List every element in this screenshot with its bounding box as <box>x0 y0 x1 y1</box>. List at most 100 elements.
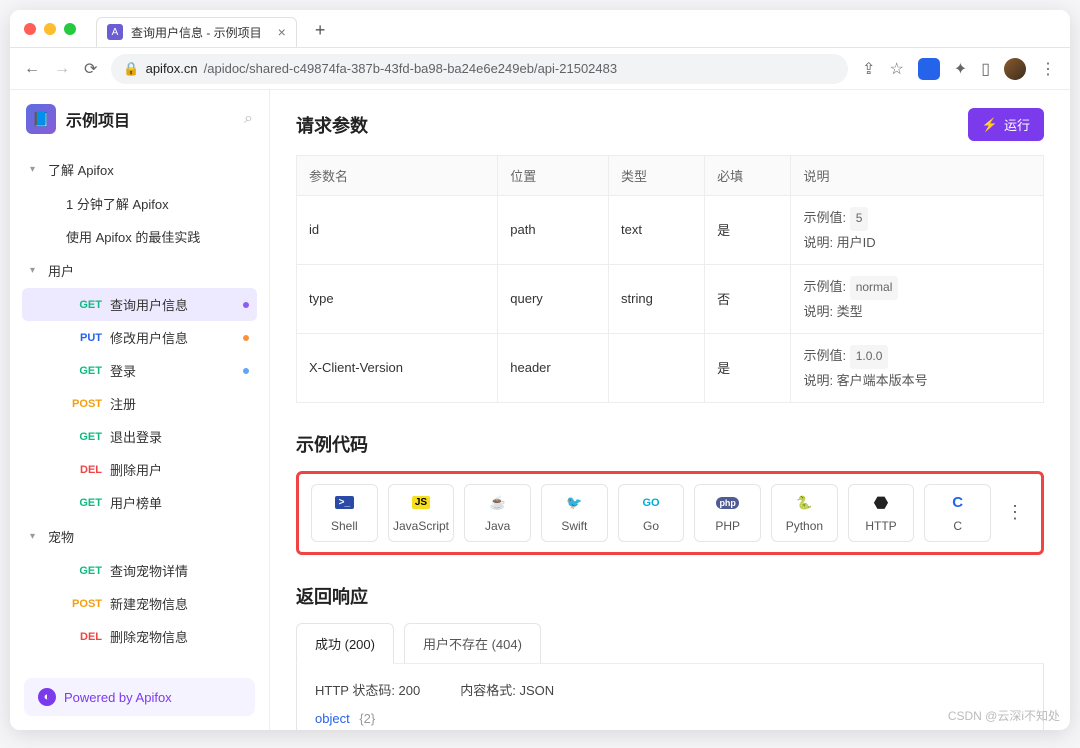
param-in: header <box>498 333 609 402</box>
search-icon[interactable]: ⌕ <box>244 110 253 128</box>
python-icon: 🐍 <box>794 493 814 513</box>
shell-icon: >_ <box>334 493 354 513</box>
new-tab-button[interactable]: + <box>315 20 326 41</box>
sidebar-doc-item[interactable]: 1 分钟了解 Apifox <box>22 187 257 220</box>
http-method-badge: GET <box>66 431 102 443</box>
http-method-badge: GET <box>66 299 102 311</box>
sidebar-api-item[interactable]: GET查询用户信息 <box>22 288 257 321</box>
param-desc: 示例值: 5说明: 用户ID <box>791 196 1044 265</box>
response-tabs: 成功 (200)用户不存在 (404) <box>296 623 1044 664</box>
group-label: 用户 <box>48 261 74 280</box>
http-status-label: HTTP 状态码: 200 <box>315 680 420 699</box>
api-name: 注册 <box>110 394 249 413</box>
lang-card-python[interactable]: 🐍 Python <box>771 484 838 542</box>
response-tab[interactable]: 用户不存在 (404) <box>404 623 541 663</box>
sidebar-api-item[interactable]: POST新建宠物信息 <box>22 587 257 620</box>
profile-avatar[interactable] <box>1004 58 1026 80</box>
status-dot <box>243 302 249 308</box>
sidebar-api-item[interactable]: GET用户榜单 <box>22 486 257 519</box>
reload-icon[interactable]: ⟳ <box>84 59 97 79</box>
content-format-label: 内容格式: JSON <box>460 680 554 699</box>
lang-label: HTTP <box>865 519 896 533</box>
sidebar-group[interactable]: ▾ 用户 <box>22 253 257 288</box>
share-icon[interactable]: ⇪ <box>862 59 875 79</box>
sidebar-api-item[interactable]: GET查询宠物详情 <box>22 554 257 587</box>
lang-card-javascript[interactable]: JSJavaScript <box>388 484 455 542</box>
api-name: 查询宠物详情 <box>110 561 249 580</box>
star-icon[interactable]: ☆ <box>889 59 903 79</box>
code-languages: >_ShellJSJavaScript☕Java 🐦 Swift GOGophpPHP… <box>296 471 1044 555</box>
run-button[interactable]: ⚡ 运行 <box>968 108 1044 141</box>
lang-card-c[interactable]: CC <box>924 484 991 542</box>
minimize-window-button[interactable] <box>44 23 56 35</box>
c-icon: C <box>948 493 968 513</box>
http-icon: ⬣ <box>871 493 891 513</box>
http-method-badge: POST <box>66 598 102 610</box>
lang-label: Python <box>786 519 823 533</box>
response-title: 返回响应 <box>296 583 1044 609</box>
run-label: 运行 <box>1004 115 1030 134</box>
response-tab[interactable]: 成功 (200) <box>296 623 394 664</box>
main-content: 请求参数 ⚡ 运行 参数名位置类型必填说明 idpathtext是示例值: 5说… <box>270 90 1070 730</box>
param-in: path <box>498 196 609 265</box>
lang-card-java[interactable]: ☕Java <box>464 484 531 542</box>
lang-label: Java <box>485 519 510 533</box>
json-root-line[interactable]: object {2} <box>315 711 1025 726</box>
lang-card-go[interactable]: GOGo <box>618 484 685 542</box>
extension-icon[interactable] <box>918 58 940 80</box>
go-icon: GO <box>641 493 661 513</box>
sidebar-api-item[interactable]: GET 退出登录 <box>22 420 257 453</box>
param-in: query <box>498 264 609 333</box>
lang-card-php[interactable]: phpPHP <box>694 484 761 542</box>
sidebar-group[interactable]: ▾了解 Apifox <box>22 152 257 187</box>
more-languages-button[interactable]: ⋮ <box>1001 484 1029 542</box>
api-name: 登录 <box>110 361 235 380</box>
lang-card-swift[interactable]: 🐦 Swift <box>541 484 608 542</box>
param-required: 否 <box>705 264 791 333</box>
api-name: 退出登录 <box>110 427 249 446</box>
lock-icon: 🔒 <box>123 61 139 77</box>
apifox-logo-icon: ◐ <box>38 688 56 706</box>
lang-label: Swift <box>561 519 587 533</box>
sidebar-api-item[interactable]: POST注册 <box>22 387 257 420</box>
menu-icon[interactable]: ⋮ <box>1040 59 1056 79</box>
request-params-title: 请求参数 <box>296 112 368 138</box>
maximize-window-button[interactable] <box>64 23 76 35</box>
sidebar-doc-item[interactable]: 使用 Apifox 的最佳实践 <box>22 220 257 253</box>
panel-icon[interactable]: ▯ <box>981 59 990 79</box>
address-bar[interactable]: 🔒 apifox.cn /apidoc/shared-c49874fa-387b… <box>111 54 848 84</box>
back-icon[interactable]: ← <box>24 60 40 78</box>
http-method-badge: DEL <box>66 464 102 476</box>
item-label: 1 分钟了解 Apifox <box>66 194 249 213</box>
param-name: X-Client-Version <box>297 333 498 402</box>
lang-card-http[interactable]: ⬣ HTTP <box>848 484 915 542</box>
sidebar-group[interactable]: ▾宠物 <box>22 519 257 554</box>
project-icon: 📘 <box>26 104 56 134</box>
param-type: text <box>609 196 705 265</box>
chevron-down-icon: ▾ <box>30 531 42 542</box>
browser-tab[interactable]: A 查询用户信息 - 示例项目 × <box>96 17 297 47</box>
project-header: 📘 示例项目 ⌕ <box>10 90 269 148</box>
forward-icon[interactable]: → <box>54 60 70 78</box>
sidebar-api-item[interactable]: DEL删除宠物信息 <box>22 620 257 653</box>
tab-title: 查询用户信息 - 示例项目 <box>131 24 262 41</box>
close-tab-icon[interactable]: × <box>278 24 286 40</box>
sidebar-api-item[interactable]: PUT修改用户信息 <box>22 321 257 354</box>
puzzle-icon[interactable]: ✦ <box>954 59 967 79</box>
chevron-down-icon: ▾ <box>30 164 42 175</box>
param-desc: 示例值: normal说明: 类型 <box>791 264 1044 333</box>
project-title: 示例项目 <box>66 107 234 131</box>
sidebar-api-item[interactable]: GET登录 <box>22 354 257 387</box>
php-icon: php <box>718 493 738 513</box>
chevron-down-icon: ▾ <box>30 265 42 276</box>
api-name: 删除宠物信息 <box>110 627 249 646</box>
close-window-button[interactable] <box>24 23 36 35</box>
status-dot <box>243 335 249 341</box>
lang-card-shell[interactable]: >_Shell <box>311 484 378 542</box>
sidebar-api-item[interactable]: DEL删除用户 <box>22 453 257 486</box>
powered-by-apifox[interactable]: ◐ Powered by Apifox <box>24 678 255 716</box>
api-name: 修改用户信息 <box>110 328 235 347</box>
table-row: typequerystring否示例值: normal说明: 类型 <box>297 264 1044 333</box>
table-header: 必填 <box>705 156 791 196</box>
swift-icon: 🐦 <box>564 493 584 513</box>
